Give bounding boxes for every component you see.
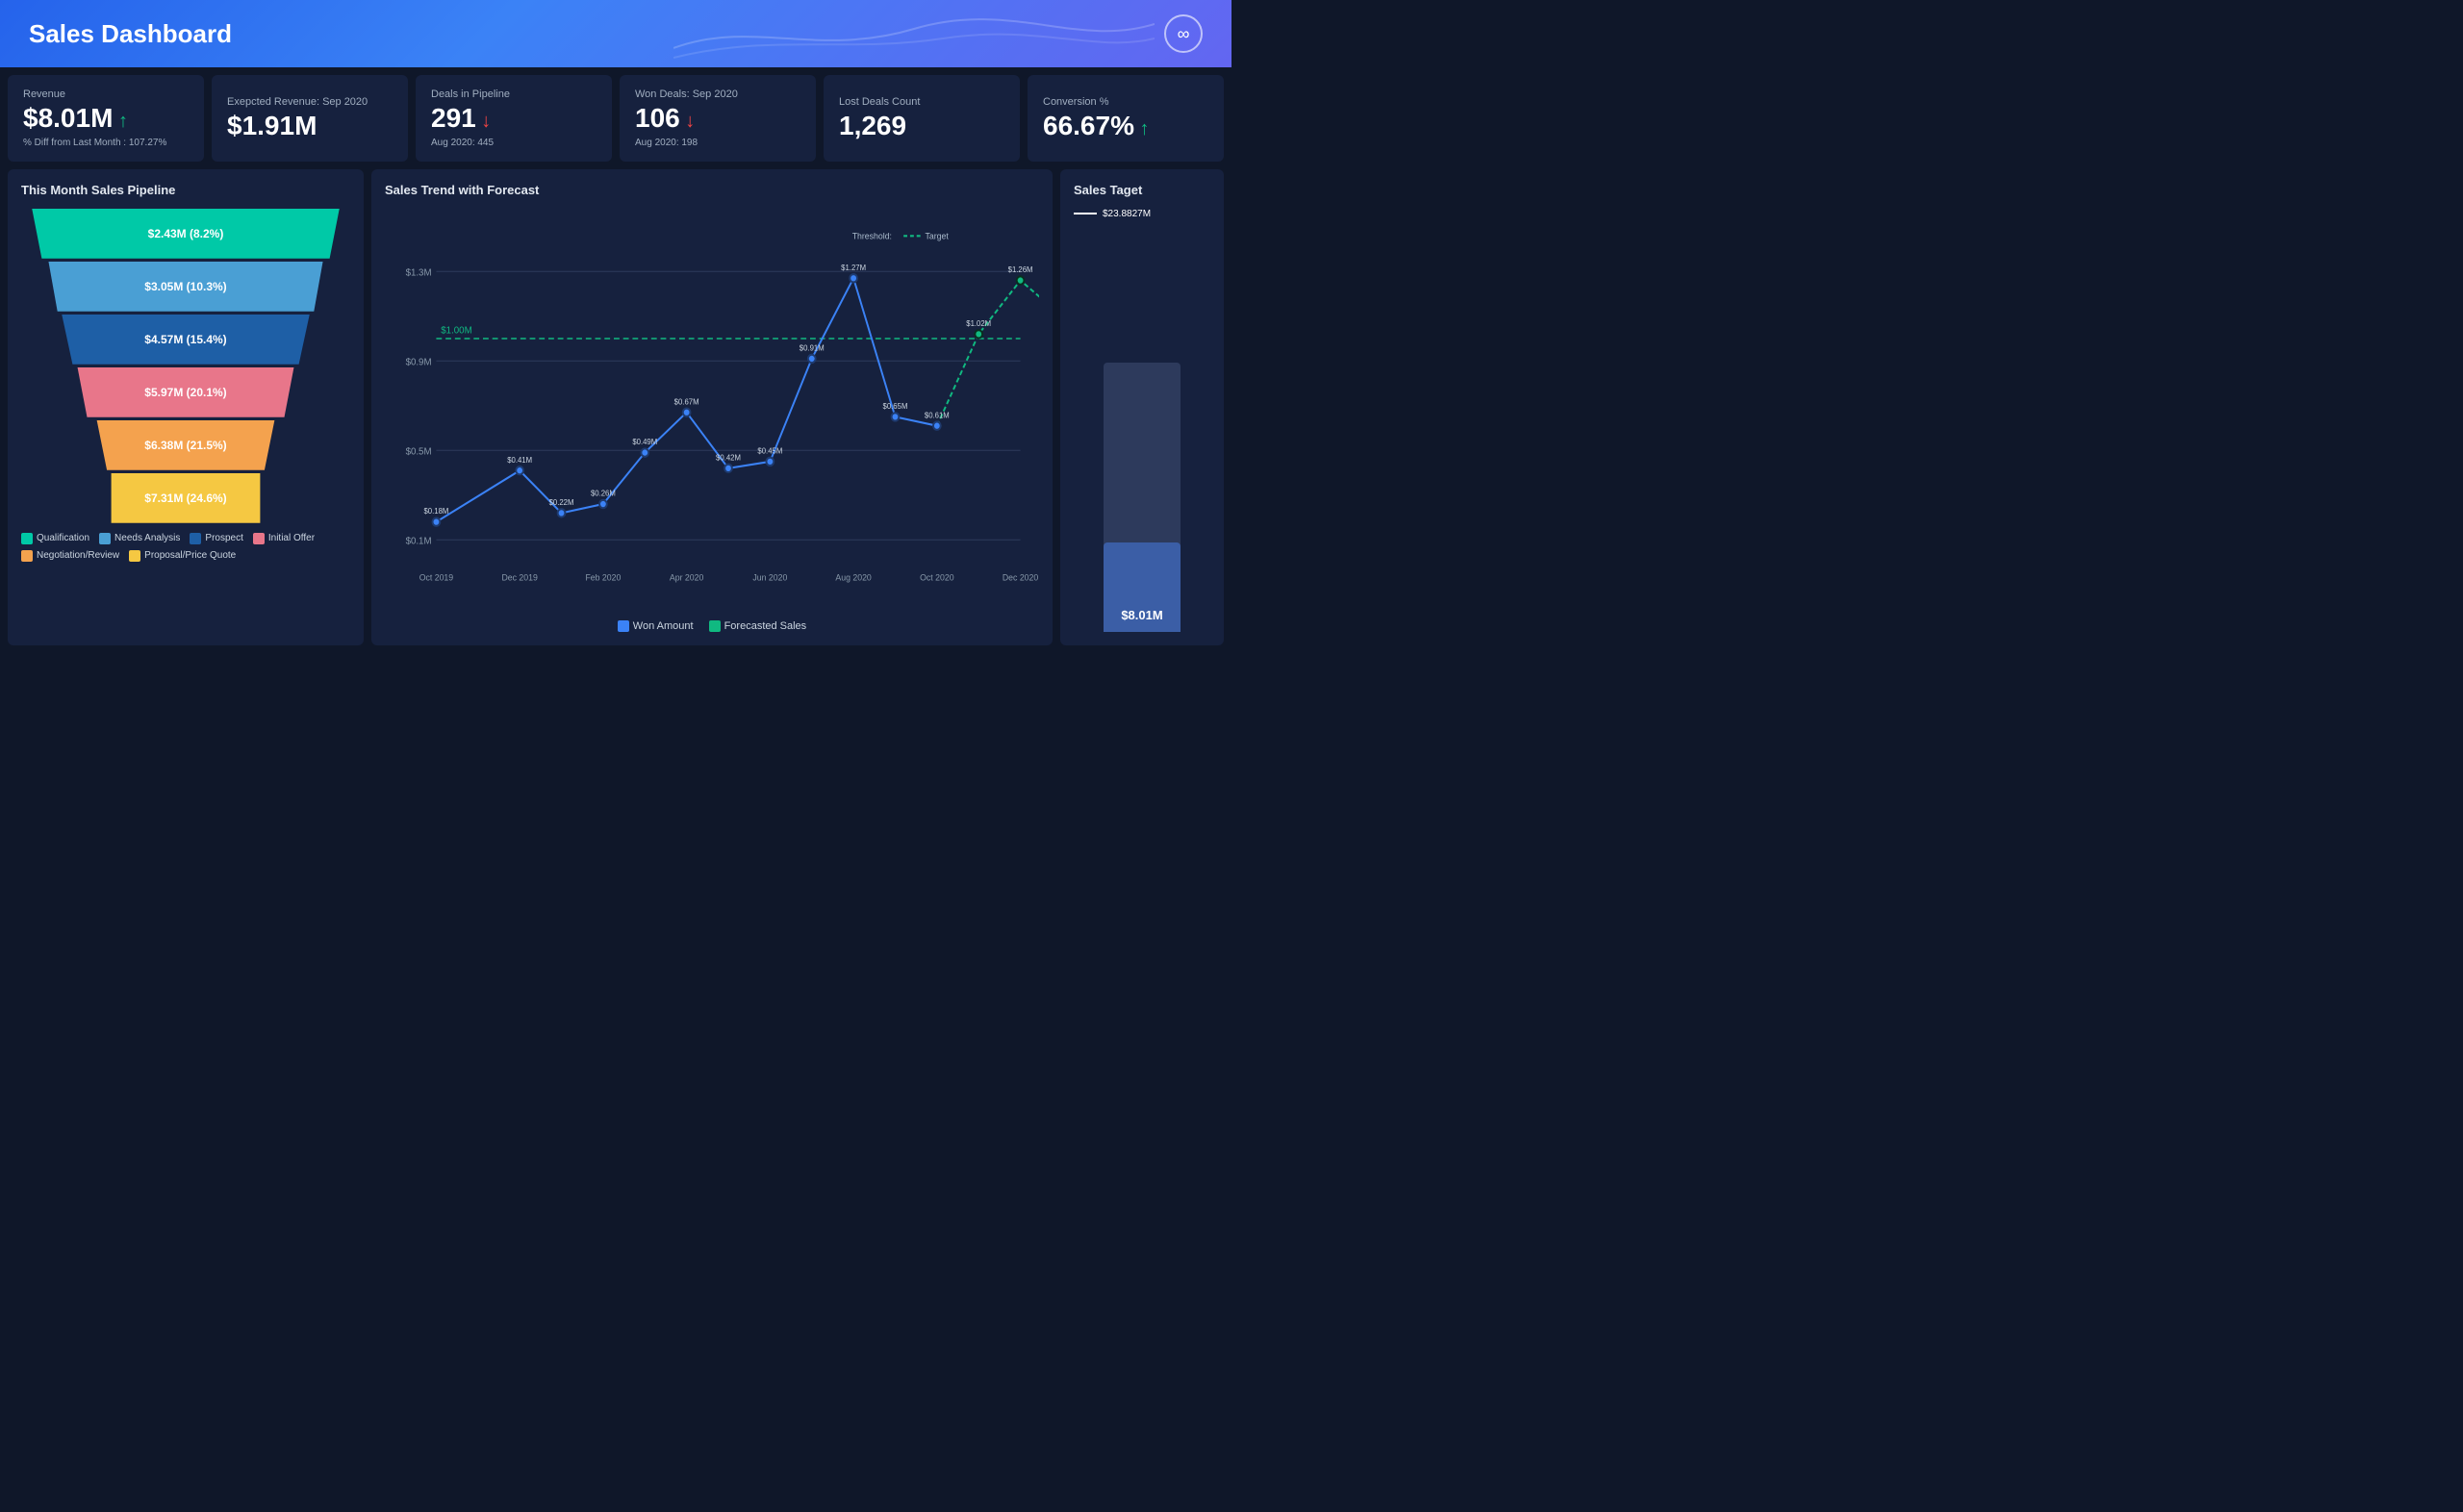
svg-text:Aug 2020: Aug 2020 <box>835 572 871 582</box>
kpi-conversion: Conversion % 66.67% ↑ <box>1028 75 1224 162</box>
svg-text:$1.27M: $1.27M <box>841 263 866 271</box>
header-logo: ∞ <box>1164 14 1203 53</box>
funnel-slice-5: $7.31M (24.6%) <box>99 473 272 523</box>
kpi-lost: Lost Deals Count 1,269 <box>824 75 1020 162</box>
kpi-conversion-label: Conversion % <box>1043 96 1208 108</box>
kpi-pipeline: Deals in Pipeline 291 ↓ Aug 2020: 445 <box>416 75 612 162</box>
funnel-legend: Qualification Needs Analysis Prospect Initi… <box>21 533 350 562</box>
funnel-panel: This Month Sales Pipeline $2.43M (8.2%)$… <box>8 169 364 645</box>
svg-text:$0.26M: $0.26M <box>591 489 616 497</box>
bar-track: $8.01M <box>1104 363 1181 632</box>
funnel-legend-item-1: Needs Analysis <box>99 533 180 544</box>
funnel-legend-item-2: Prospect <box>190 533 242 544</box>
bar-container: $8.01M <box>1074 223 1210 632</box>
kpi-pipeline-value: 291 ↓ <box>431 104 597 134</box>
bar-fill: $8.01M <box>1104 542 1181 631</box>
kpi-revenue: Revenue $8.01M ↑ % Diff from Last Month … <box>8 75 204 162</box>
kpi-won-sub: Aug 2020: 198 <box>635 138 800 148</box>
bar-fill-label: $8.01M <box>1104 608 1181 622</box>
svg-text:Jun 2020: Jun 2020 <box>752 572 787 582</box>
svg-text:$0.9M: $0.9M <box>406 357 432 367</box>
funnel-legend-item-4: Negotiation/Review <box>21 550 119 562</box>
kpi-lost-label: Lost Deals Count <box>839 96 1004 108</box>
kpi-expected-label: Exepcted Revenue: Sep 2020 <box>227 96 393 108</box>
svg-text:$0.22M: $0.22M <box>549 497 574 506</box>
kpi-revenue-value: $8.01M ↑ <box>23 104 189 134</box>
svg-text:Apr 2020: Apr 2020 <box>670 572 703 582</box>
kpi-conversion-value: 66.67% ↑ <box>1043 112 1208 141</box>
main-row: This Month Sales Pipeline $2.43M (8.2%)$… <box>0 169 1232 653</box>
svg-text:$0.91M: $0.91M <box>800 343 825 352</box>
svg-text:$0.41M: $0.41M <box>507 455 532 464</box>
svg-text:Dec 2019: Dec 2019 <box>501 572 537 582</box>
kpi-won-label: Won Deals: Sep 2020 <box>635 88 800 100</box>
kpi-won: Won Deals: Sep 2020 106 ↓ Aug 2020: 198 <box>620 75 816 162</box>
kpi-won-value: 106 ↓ <box>635 104 800 134</box>
funnel-slice-4: $6.38M (21.5%) <box>85 420 287 470</box>
svg-text:Threshold:: Threshold: <box>852 231 892 240</box>
svg-text:$0.45M: $0.45M <box>757 446 782 455</box>
kpi-expected-value: $1.91M <box>227 112 393 141</box>
kpi-pipeline-sub: Aug 2020: 445 <box>431 138 597 148</box>
svg-text:$1.02M: $1.02M <box>966 318 991 327</box>
svg-text:$1.00M: $1.00M <box>441 325 471 336</box>
kpi-revenue-label: Revenue <box>23 88 189 100</box>
svg-text:$0.5M: $0.5M <box>406 446 432 457</box>
chart-legend: Won Amount Forecasted Sales <box>385 620 1039 632</box>
svg-text:$1.3M: $1.3M <box>406 267 432 278</box>
funnel-legend-item-3: Initial Offer <box>253 533 315 544</box>
svg-text:$0.61M: $0.61M <box>925 411 950 419</box>
header-title: Sales Dashboard <box>29 19 232 49</box>
funnel-slice-0: $2.43M (8.2%) <box>22 209 349 259</box>
funnel-slice-2: $4.57M (15.4%) <box>51 315 320 365</box>
target-panel: Sales Taget $23.8827M $8.01M <box>1060 169 1224 645</box>
svg-text:$0.65M: $0.65M <box>883 402 908 411</box>
header: Sales Dashboard ∞ <box>0 0 1232 67</box>
kpi-row: Revenue $8.01M ↑ % Diff from Last Month … <box>0 67 1232 169</box>
funnel-slice-3: $5.97M (20.1%) <box>65 367 306 417</box>
funnel-slice-1: $3.05M (10.3%) <box>37 262 335 312</box>
legend-forecast: Forecasted Sales <box>709 620 807 632</box>
svg-text:Target: Target <box>925 231 949 240</box>
svg-text:$0.18M: $0.18M <box>423 507 448 516</box>
svg-text:Feb 2020: Feb 2020 <box>585 572 621 582</box>
funnel-legend-item-5: Proposal/Price Quote <box>129 550 236 562</box>
kpi-expected: Exepcted Revenue: Sep 2020 $1.91M <box>212 75 408 162</box>
svg-text:$0.1M: $0.1M <box>406 536 432 546</box>
svg-text:$0.42M: $0.42M <box>716 453 741 462</box>
svg-text:Dec 2020: Dec 2020 <box>1003 572 1038 582</box>
svg-text:Oct 2020: Oct 2020 <box>920 572 953 582</box>
svg-text:Oct 2019: Oct 2019 <box>419 572 453 582</box>
legend-won: Won Amount <box>618 620 694 632</box>
target-title: Sales Taget <box>1074 183 1210 197</box>
svg-text:$1.26M: $1.26M <box>1008 265 1033 274</box>
chart-area: $0.1M $0.5M $0.9M $1.3M Oct 2019 Dec 2019 Feb … <box>385 209 1039 613</box>
funnel-legend-item-0: Qualification <box>21 533 89 544</box>
funnel-title: This Month Sales Pipeline <box>21 183 350 197</box>
kpi-revenue-sub: % Diff from Last Month : 107.27% <box>23 138 189 148</box>
svg-text:$0.67M: $0.67M <box>674 397 699 406</box>
target-line: $23.8827M <box>1074 209 1210 219</box>
svg-text:$0.49M: $0.49M <box>632 438 657 446</box>
funnel-container: $2.43M (8.2%)$3.05M (10.3%)$4.57M (15.4%… <box>21 209 350 523</box>
chart-title: Sales Trend with Forecast <box>385 183 1039 197</box>
kpi-lost-value: 1,269 <box>839 112 1004 141</box>
kpi-pipeline-label: Deals in Pipeline <box>431 88 597 100</box>
chart-panel: Sales Trend with Forecast $0.1M $0.5M $0.9… <box>371 169 1053 645</box>
